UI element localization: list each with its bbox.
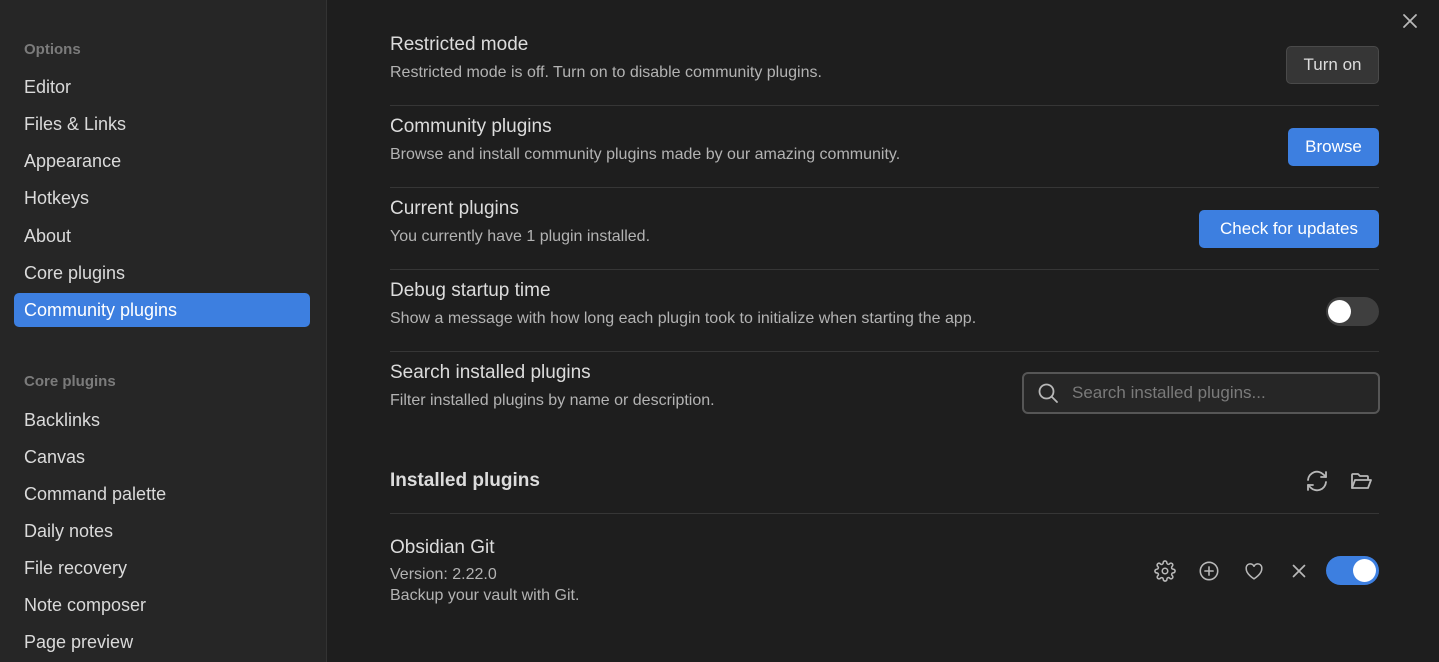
options-group-title: Options xyxy=(24,41,81,58)
sidebar-item-command-palette[interactable]: Command palette xyxy=(14,477,310,511)
sidebar-item-hotkeys[interactable]: Hotkeys xyxy=(14,181,310,215)
sidebar-item-page-preview[interactable]: Page preview xyxy=(14,625,310,659)
close-icon[interactable] xyxy=(1398,9,1422,33)
toggle-knob xyxy=(1353,559,1376,582)
setting-restricted-mode: Restricted mode Restricted mode is off. … xyxy=(390,24,1379,106)
setting-debug-startup-time: Debug startup time Show a message with h… xyxy=(390,270,1379,352)
reload-icon[interactable] xyxy=(1300,464,1334,498)
sidebar-item-file-recovery[interactable]: File recovery xyxy=(14,551,310,585)
browse-button[interactable]: Browse xyxy=(1288,128,1379,166)
sidebar-item-backlinks[interactable]: Backlinks xyxy=(14,403,310,437)
setting-name: Restricted mode xyxy=(390,34,529,55)
gear-icon[interactable] xyxy=(1148,554,1182,588)
installed-plugins-title: Installed plugins xyxy=(390,470,540,491)
setting-description: You currently have 1 plugin installed. xyxy=(390,228,651,245)
setting-description: Restricted mode is off. Turn on to disab… xyxy=(390,64,822,81)
setting-name: Search installed plugins xyxy=(390,362,591,383)
x-icon[interactable] xyxy=(1282,554,1316,588)
plugin-item: Obsidian Git Version: 2.22.0 Backup your… xyxy=(390,514,1379,624)
installed-plugins-header: Installed plugins xyxy=(390,446,1379,514)
setting-name: Community plugins xyxy=(390,116,552,137)
folder-open-icon[interactable] xyxy=(1344,464,1378,498)
sidebar-item-files-links[interactable]: Files & Links xyxy=(14,107,310,141)
setting-community-plugins: Community plugins Browse and install com… xyxy=(390,106,1379,188)
sidebar-item-canvas[interactable]: Canvas xyxy=(14,440,310,474)
plugin-name: Obsidian Git xyxy=(390,537,495,558)
sidebar-item-editor[interactable]: Editor xyxy=(14,70,310,104)
plugin-version: Version: 2.22.0 xyxy=(390,566,497,583)
settings-sidebar: Options Editor Files & Links Appearance … xyxy=(0,0,327,662)
setting-description: Show a message with how long each plugin… xyxy=(390,310,977,327)
setting-description: Filter installed plugins by name or desc… xyxy=(390,392,715,409)
core-plugins-group-title: Core plugins xyxy=(24,373,116,390)
search-box xyxy=(1022,372,1380,414)
debug-startup-toggle[interactable] xyxy=(1326,297,1379,326)
sidebar-item-appearance[interactable]: Appearance xyxy=(14,144,310,178)
check-for-updates-button[interactable]: Check for updates xyxy=(1199,210,1379,248)
turn-on-button[interactable]: Turn on xyxy=(1286,46,1379,84)
search-installed-plugins-input[interactable] xyxy=(1072,383,1378,403)
sidebar-item-note-composer[interactable]: Note composer xyxy=(14,588,310,622)
setting-name: Current plugins xyxy=(390,198,519,219)
sidebar-item-core-plugins[interactable]: Core plugins xyxy=(14,256,310,290)
setting-name: Debug startup time xyxy=(390,280,551,301)
plus-circle-icon[interactable] xyxy=(1192,554,1226,588)
heart-icon[interactable] xyxy=(1237,554,1271,588)
search-icon xyxy=(1024,382,1072,404)
sidebar-item-community-plugins[interactable]: Community plugins xyxy=(14,293,310,327)
sidebar-item-about[interactable]: About xyxy=(14,219,310,253)
setting-description: Browse and install community plugins mad… xyxy=(390,146,901,163)
sidebar-item-daily-notes[interactable]: Daily notes xyxy=(14,514,310,548)
plugin-enabled-toggle[interactable] xyxy=(1326,556,1379,585)
toggle-knob xyxy=(1328,300,1351,323)
plugin-description: Backup your vault with Git. xyxy=(390,587,580,604)
